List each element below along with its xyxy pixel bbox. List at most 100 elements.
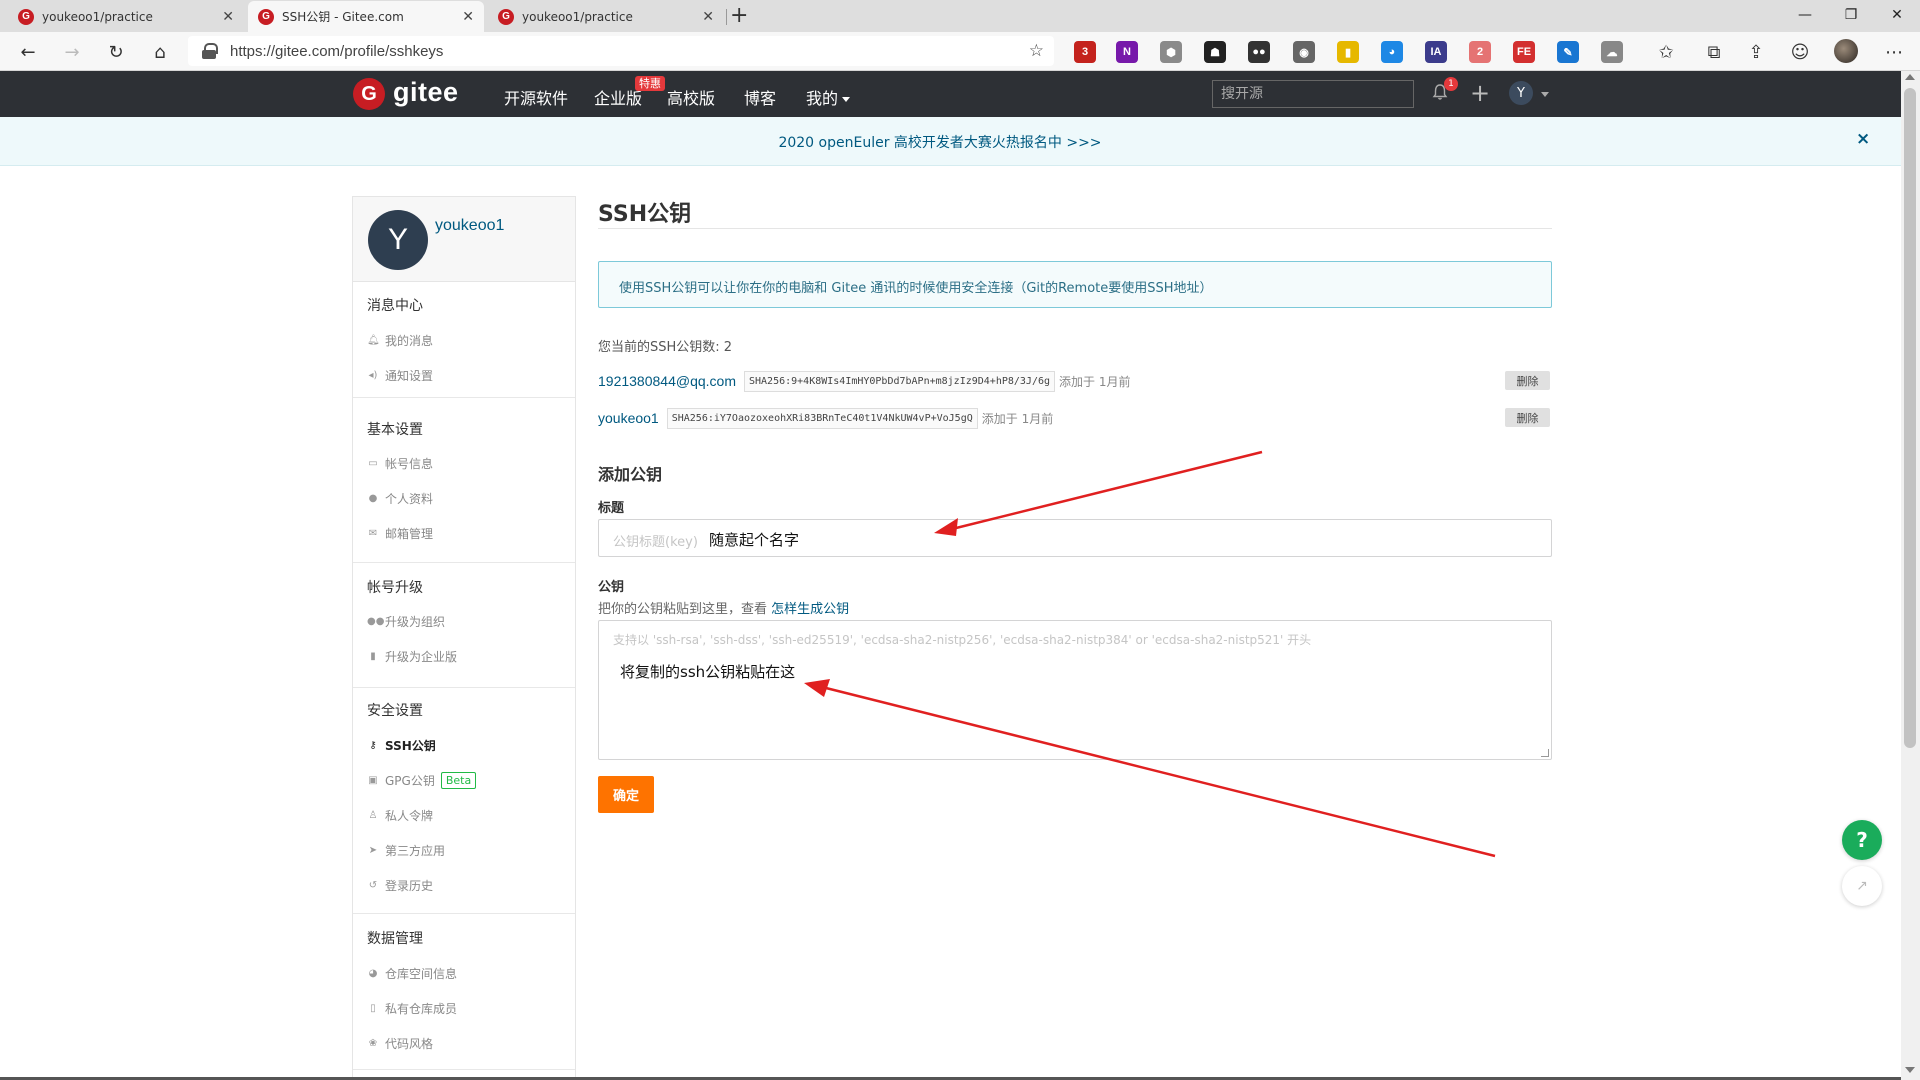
- minimize-icon[interactable]: —: [1782, 0, 1828, 30]
- share-icon[interactable]: ↗: [1842, 866, 1882, 906]
- nav-university[interactable]: 高校版: [667, 85, 715, 109]
- shield-badge-icon[interactable]: 3: [1074, 41, 1096, 63]
- forward-icon[interactable]: →: [58, 38, 86, 66]
- tab-title: SSH公钥 - Gitee.com: [282, 10, 404, 24]
- lock-icon: [202, 43, 218, 59]
- browser-profile-avatar[interactable]: [1834, 39, 1858, 63]
- scrollbar-thumb[interactable]: [1904, 88, 1916, 748]
- gitee-logo-icon[interactable]: G: [353, 78, 385, 110]
- sidebar-item-profile[interactable]: ● 个人资料: [367, 490, 433, 507]
- sidebar-item-email[interactable]: ✉ 邮箱管理: [367, 525, 433, 542]
- camera-icon[interactable]: ◉: [1293, 41, 1315, 63]
- browser-tab-active[interactable]: G SSH公钥 - Gitee.com ✕: [248, 1, 484, 32]
- fe-icon[interactable]: FE: [1513, 41, 1535, 63]
- refresh-icon[interactable]: ↻: [102, 38, 130, 66]
- gitee-favicon-icon: G: [498, 8, 514, 25]
- sidebar-item-repo-space[interactable]: ◕ 仓库空间信息: [367, 965, 457, 982]
- address-bar[interactable]: https://gitee.com/profile/sshkeys ☆: [188, 36, 1054, 66]
- close-tab-icon[interactable]: ✕: [702, 9, 714, 25]
- section-title: 帐号升级: [367, 580, 423, 596]
- calendar-badge-icon[interactable]: 2: [1469, 41, 1491, 63]
- scroll-up-icon[interactable]: [1905, 74, 1915, 80]
- browser-tab[interactable]: G youkeoo1/practice ✕: [8, 1, 244, 32]
- close-tab-icon[interactable]: ✕: [222, 9, 234, 25]
- film-icon[interactable]: ▮: [1337, 41, 1359, 63]
- sidebar-item-third-party-apps[interactable]: ➤ 第三方应用: [367, 842, 445, 859]
- sidebar-item-gpg-keys[interactable]: ▣ GPG公钥 Beta: [367, 772, 477, 789]
- home-icon[interactable]: ⌂: [146, 38, 174, 66]
- key-title-link[interactable]: 1921380844@qq.com: [598, 373, 736, 389]
- new-tab-icon[interactable]: +: [730, 3, 748, 29]
- public-key-textarea[interactable]: 支持以 'ssh-rsa', 'ssh-dss', 'ssh-ed25519',…: [598, 620, 1552, 760]
- avatar[interactable]: Y: [368, 210, 428, 270]
- share-page-icon[interactable]: ⇪: [1742, 38, 1770, 66]
- favorite-star-icon[interactable]: ☆: [1029, 41, 1044, 61]
- close-window-icon[interactable]: ✕: [1874, 0, 1920, 30]
- sidebar-item-upgrade-org[interactable]: ●● 升级为组织: [367, 613, 445, 630]
- sidebar-item-ssh-keys[interactable]: ⚷ SSH公钥: [367, 737, 436, 754]
- how-to-generate-link[interactable]: 怎样生成公钥: [771, 602, 849, 617]
- nav-mine[interactable]: 我的: [806, 85, 851, 109]
- sidebar-item-private-tokens[interactable]: ♙ 私人令牌: [367, 807, 434, 824]
- annotation-text: 将复制的ssh公钥粘贴在这: [620, 663, 796, 681]
- sidebar-item-upgrade-enterprise[interactable]: ▮ 升级为企业版: [367, 648, 457, 665]
- help-button[interactable]: ?: [1842, 820, 1882, 860]
- users-icon: ●●: [367, 616, 385, 627]
- banner-link[interactable]: 2020 openEuler 高校开发者大赛火热报名中 >>>: [0, 132, 1880, 152]
- confirm-button[interactable]: 确定: [598, 776, 654, 813]
- chevron-down-icon[interactable]: [1541, 92, 1549, 97]
- sidebar-item-account-info[interactable]: ▭ 帐号信息: [367, 455, 433, 472]
- nav-open-source[interactable]: 开源软件: [504, 85, 568, 109]
- divider: [353, 687, 575, 688]
- resize-handle-icon[interactable]: [1541, 749, 1549, 757]
- key-count: 您当前的SSH公钥数: 2: [598, 340, 733, 355]
- sidebar-item-private-repo-members[interactable]: ▯ 私有仓库成员: [367, 1000, 457, 1017]
- delete-key-button[interactable]: 删除: [1505, 408, 1550, 427]
- key-title-input[interactable]: 公钥标题(key) 随意起个名字: [598, 519, 1552, 557]
- divider: [353, 1069, 575, 1070]
- sidebar-item-my-messages[interactable]: 🔔︎ 我的消息: [367, 332, 433, 349]
- search-input[interactable]: [1212, 80, 1414, 108]
- ssh-key-row: youkeoo1 SHA256:iY7OaozoxeohXRi83BRnTeC4…: [598, 407, 1053, 429]
- gitee-logo-text[interactable]: gitee: [393, 77, 459, 108]
- helper-text-label: 把你的公钥粘贴到这里，查看: [598, 602, 772, 617]
- eyedropper-icon[interactable]: ✎: [1557, 41, 1579, 63]
- back-icon[interactable]: ←: [14, 38, 42, 66]
- onenote-icon[interactable]: N: [1116, 41, 1138, 63]
- restore-icon[interactable]: ❐: [1828, 0, 1874, 30]
- key-label: 公钥: [598, 580, 625, 595]
- site-header: G gitee 开源软件 企业版 高校版 博客 我的 + Y: [0, 71, 1901, 117]
- close-tab-icon[interactable]: ✕: [462, 9, 474, 25]
- more-menu-icon[interactable]: ⋯: [1880, 38, 1908, 66]
- puzzle-icon[interactable]: ⬢: [1160, 41, 1182, 63]
- delete-key-button[interactable]: 删除: [1505, 371, 1550, 390]
- sidebar-item-label: SSH公钥: [385, 739, 436, 753]
- create-plus-icon[interactable]: +: [1470, 79, 1490, 107]
- sidebar-item-notify-settings[interactable]: ◂) 通知设置: [367, 367, 433, 384]
- promo-badge: 特惠: [635, 76, 665, 91]
- add-key-heading: 添加公钥: [598, 465, 663, 484]
- robot-icon[interactable]: ☗: [1204, 41, 1226, 63]
- rocket-icon: ➤: [368, 845, 378, 856]
- globe-icon[interactable]: ◕: [1381, 41, 1403, 63]
- browser-tab[interactable]: G youkeoo1/practice ✕: [488, 1, 724, 32]
- username-link[interactable]: youkeoo1: [435, 217, 504, 235]
- key-title-link[interactable]: youkeoo1: [598, 410, 659, 426]
- palette-icon: ❀: [368, 1038, 378, 1049]
- url-text[interactable]: https://gitee.com/profile/sshkeys: [230, 43, 443, 60]
- sidebar-item-label: 第三方应用: [385, 844, 446, 858]
- collections-icon[interactable]: ⧉: [1700, 38, 1728, 66]
- scroll-down-icon[interactable]: [1905, 1067, 1915, 1073]
- title-label: 标题: [598, 501, 625, 516]
- feedback-icon[interactable]: ☺: [1786, 38, 1814, 66]
- close-banner-icon[interactable]: ×: [1856, 129, 1870, 149]
- key-icon: ⚷: [369, 740, 377, 751]
- sidebar-item-login-history[interactable]: ↺ 登录历史: [367, 877, 433, 894]
- glasses-icon[interactable]: ●●: [1248, 41, 1270, 63]
- cloud-sync-icon[interactable]: ☁: [1601, 41, 1623, 63]
- nav-blog[interactable]: 博客: [744, 85, 776, 109]
- user-avatar[interactable]: Y: [1509, 81, 1533, 105]
- sidebar-item-code-style[interactable]: ❀ 代码风格: [367, 1035, 433, 1052]
- favorites-icon[interactable]: ✩: [1652, 38, 1680, 66]
- ia-icon[interactable]: IA: [1425, 41, 1447, 63]
